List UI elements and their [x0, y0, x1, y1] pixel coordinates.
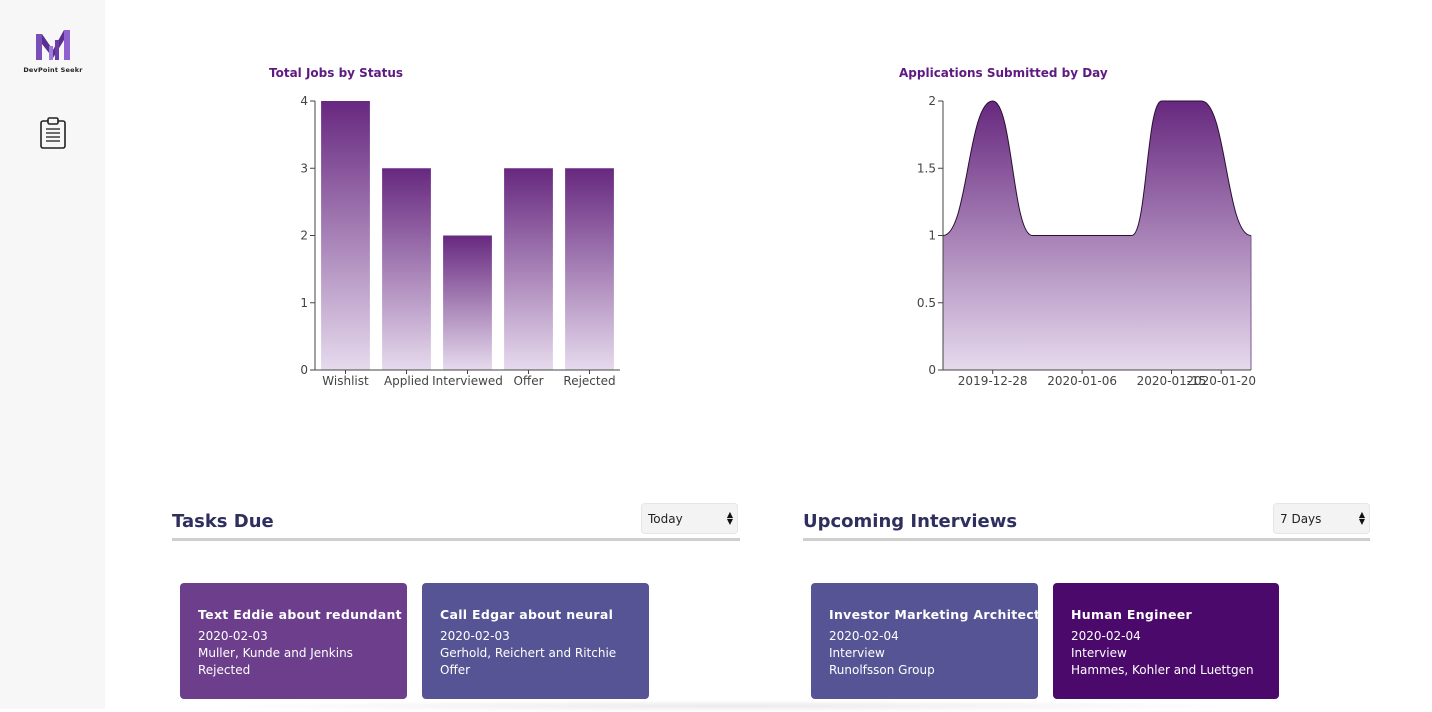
- task-card-company: Muller, Kunde and Jenkins: [198, 646, 353, 660]
- area-y-tick-label: 0: [928, 363, 936, 377]
- bottom-shadow: [190, 700, 1270, 712]
- area-y-tick-label: 1.5: [917, 161, 936, 175]
- bar-applied: [382, 168, 431, 370]
- bar-interviewed: [443, 235, 492, 370]
- area-y-tick-label: 1: [928, 229, 936, 243]
- interviews-filter-select[interactable]: 7 Days ▲ ▼: [1273, 503, 1370, 534]
- sidebar: DevPoint Seekr: [0, 0, 105, 709]
- task-card-date: 2020-02-03: [198, 629, 268, 643]
- area-x-tick-label: 2019-12-28: [958, 374, 1028, 388]
- interview-card-type: Interview: [1071, 646, 1127, 660]
- bar-x-tick-label: Offer: [513, 374, 543, 388]
- task-card-status: Offer: [440, 663, 471, 677]
- tasks-filter-value: Today: [648, 512, 683, 526]
- task-card-company: Gerhold, Reichert and Ritchie: [440, 646, 617, 660]
- interview-card-title: Human Engineer: [1071, 607, 1192, 622]
- task-card[interactable]: Text Eddie about redundant 2020-02-03 Mu…: [180, 583, 407, 699]
- task-card-title: Call Edgar about neural: [440, 607, 614, 622]
- task-card-title: Text Eddie about redundant: [198, 607, 402, 622]
- tasks-due-header: Tasks Due Today ▲ ▼: [172, 503, 740, 541]
- interview-card[interactable]: Investor Marketing Architect 2020-02-04 …: [811, 583, 1041, 699]
- bar-y-tick-label: 3: [300, 161, 308, 175]
- bar-y-tick-label: 4: [300, 94, 308, 108]
- bar-x-tick-label: Rejected: [563, 374, 615, 388]
- applications-by-day-chart: Applications Submitted by Day 00.511.52 …: [899, 66, 1256, 388]
- tasks-due-title: Tasks Due: [172, 511, 274, 532]
- interview-card-type: Interview: [829, 646, 885, 660]
- tasks-filter-select[interactable]: Today ▲ ▼: [641, 503, 738, 534]
- area-x-tick-label: 2020-01-20: [1186, 374, 1256, 388]
- interview-card[interactable]: Human Engineer 2020-02-04 Interview Hamm…: [1053, 583, 1279, 699]
- bar-offer: [504, 168, 553, 370]
- bar-x-tick-label: Applied: [384, 374, 429, 388]
- bar-rejected: [565, 168, 614, 370]
- bar-wishlist: [321, 101, 370, 370]
- bar-y-tick-label: 2: [300, 229, 308, 243]
- task-card[interactable]: Call Edgar about neural 2020-02-03 Gerho…: [422, 583, 649, 699]
- bar-x-tick-label: Interviewed: [432, 374, 503, 388]
- upcoming-interviews-header: Upcoming Interviews 7 Days ▲ ▼: [803, 503, 1370, 541]
- interview-card-title: Investor Marketing Architect: [829, 607, 1041, 622]
- interview-card-company: Runolfsson Group: [829, 663, 935, 677]
- select-arrows-icon: ▲ ▼: [1358, 510, 1365, 526]
- app-logo[interactable]: DevPoint Seekr: [22, 28, 84, 74]
- select-arrows-icon: ▲ ▼: [726, 510, 733, 526]
- upcoming-interviews-title: Upcoming Interviews: [803, 511, 1018, 532]
- area-chart-title: Applications Submitted by Day: [899, 66, 1108, 80]
- bar-chart-title: Total Jobs by Status: [269, 66, 403, 80]
- clipboard-icon[interactable]: [39, 116, 67, 150]
- interview-card-date: 2020-02-04: [829, 629, 899, 643]
- interview-card-company: Hammes, Kohler and Luettgen: [1071, 663, 1254, 677]
- task-card-status: Rejected: [198, 663, 251, 677]
- area-y-tick-label: 0.5: [917, 296, 936, 310]
- jobs-by-status-chart: Total Jobs by Status 0 1 2 3 4 Wishlist Appli…: [269, 66, 620, 388]
- interviews-filter-value: 7 Days: [1280, 512, 1322, 526]
- task-card-date: 2020-02-03: [440, 629, 510, 643]
- bar-y-tick-label: 1: [300, 296, 308, 310]
- bar-y-tick-label: 0: [300, 363, 308, 377]
- logo-text: DevPoint Seekr: [23, 66, 83, 74]
- bar-x-tick-label: Wishlist: [322, 374, 369, 388]
- area-x-tick-label: 2020-01-06: [1047, 374, 1117, 388]
- area-y-tick-label: 2: [928, 94, 936, 108]
- interview-card-date: 2020-02-04: [1071, 629, 1141, 643]
- logo-mark-icon: [36, 30, 70, 60]
